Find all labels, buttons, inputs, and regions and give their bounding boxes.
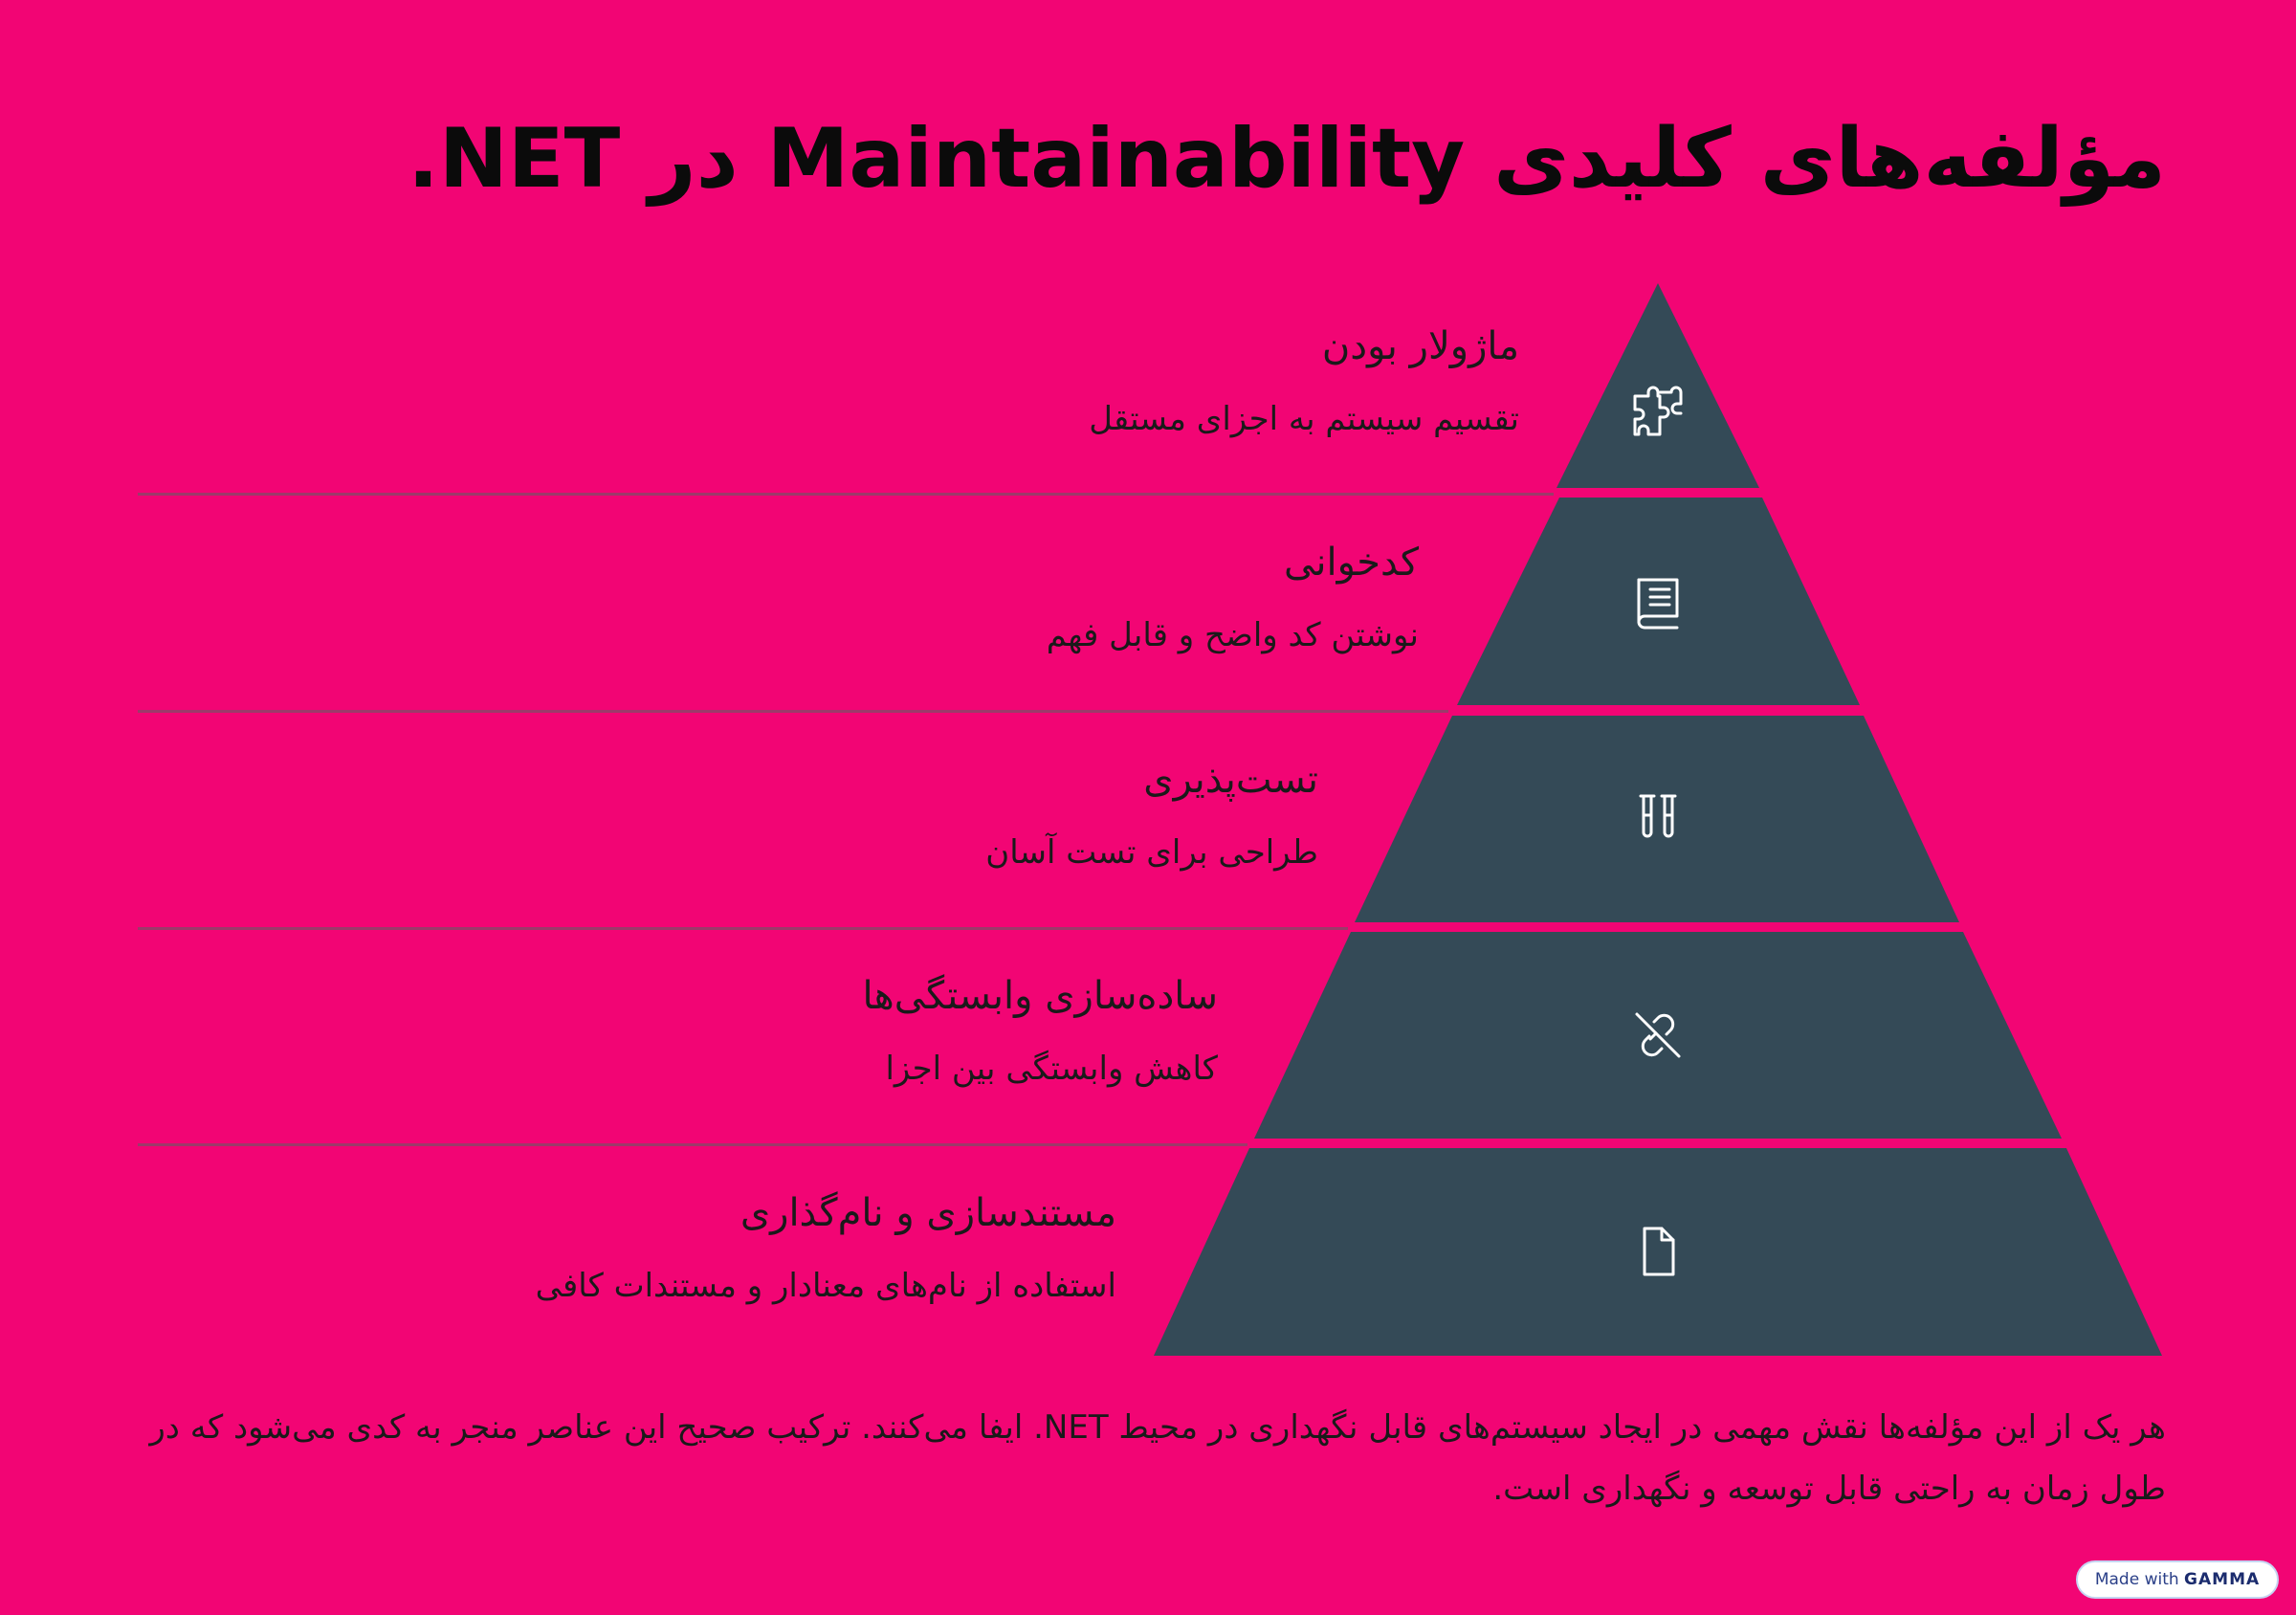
badge-prefix: Made with: [2094, 1570, 2179, 1589]
layer-description: کاهش وابستگی بین اجزا: [885, 1050, 1218, 1088]
layer-dependencies: ساده‌سازی وابستگی‌ها کاهش وابستگی بین اج…: [261, 967, 1218, 1094]
book-icon: [1629, 572, 1687, 630]
layer-description: تقسیم سیستم به اجزای مستقل: [1089, 400, 1519, 438]
layer-title: مستندسازی و نام‌گذاری: [740, 1191, 1116, 1235]
layer-title: ماژولار بودن: [1321, 324, 1519, 368]
gamma-logo: GAMMA: [2184, 1570, 2261, 1589]
layer-title: ساده‌سازی وابستگی‌ها: [862, 974, 1218, 1018]
layer-readability: کدخوانی نوشتن کد واضح و قابل فهم: [462, 534, 1419, 660]
unlink-icon: [1629, 1007, 1687, 1064]
layer-documentation: مستندسازی و نام‌گذاری استفاده از نام‌های…: [160, 1184, 1116, 1311]
layer-testability: تست‌پذیری طراحی برای تست آسان: [362, 751, 1318, 877]
footer-paragraph: هر یک از این مؤلفه‌ها نقش مهمی در ایجاد …: [149, 1408, 2166, 1508]
made-with-gamma-badge[interactable]: Made with GAMMA: [2076, 1560, 2279, 1599]
puzzle-icon: [1629, 383, 1687, 440]
layer-description: استفاده از نام‌های معنادار و مستندات کاف…: [535, 1267, 1116, 1305]
document-icon: [1629, 1223, 1687, 1280]
layer-description: نوشتن کد واضح و قابل فهم: [1046, 616, 1419, 654]
slide: مؤلفه‌های کلیدی Maintainability در NET.: [0, 0, 2296, 1615]
layer-title: تست‌پذیری: [1143, 758, 1318, 802]
layer-description: طراحی برای تست آسان: [985, 833, 1318, 872]
test-tubes-icon: [1629, 788, 1687, 846]
layer-modularity: ماژولار بودن تقسیم سیستم به اجزای مستقل: [563, 318, 1519, 444]
layer-title: کدخوانی: [1283, 541, 1419, 585]
